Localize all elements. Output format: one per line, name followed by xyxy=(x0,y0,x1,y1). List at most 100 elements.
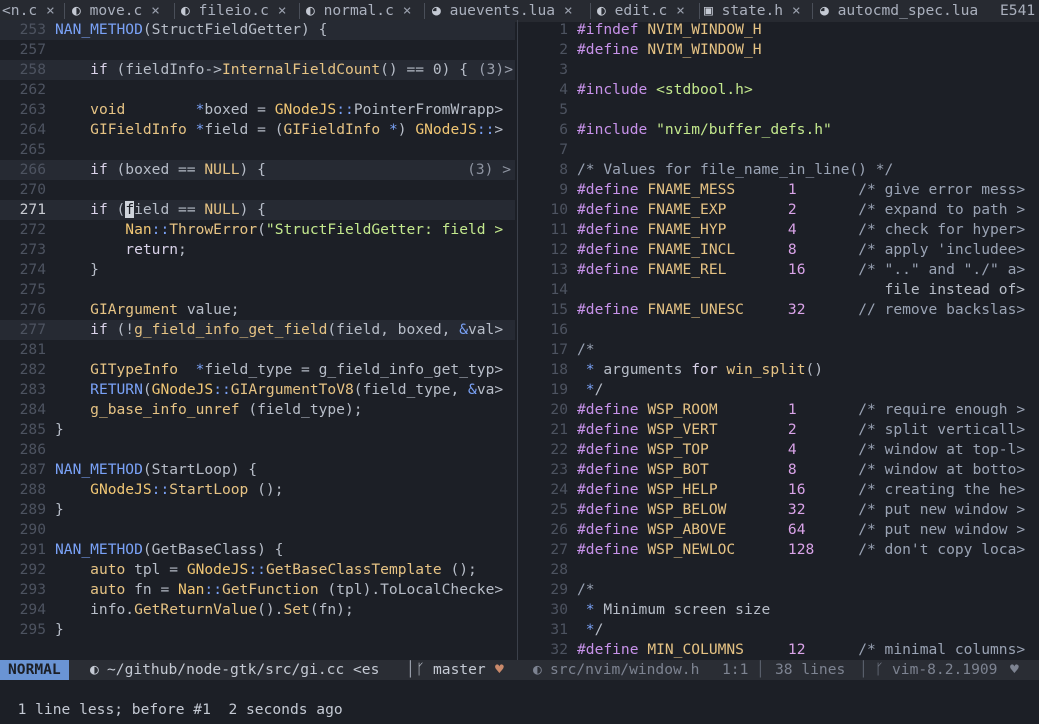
code-line[interactable]: 18 * arguments for win_split() xyxy=(520,360,1039,380)
fold-marker[interactable]: (3)> xyxy=(478,60,513,80)
tab-normal-c[interactable]: ◐ normal.c × xyxy=(306,0,422,22)
tab-close-icon[interactable]: × xyxy=(676,2,685,19)
vertical-split-divider[interactable] xyxy=(517,20,518,660)
code-line[interactable]: 3 xyxy=(520,60,1039,80)
code-line[interactable]: 257 xyxy=(0,40,515,60)
code-line[interactable]: 277 if (!g_field_info_get_field(field, b… xyxy=(0,320,515,340)
code-line[interactable]: 266 if (boxed == NULL) {(3) > xyxy=(0,160,515,180)
code-line[interactable]: 8 /* Values for file_name_in_line() */ xyxy=(520,160,1039,180)
command-line[interactable]: 1 line less; before #1 2 seconds ago xyxy=(0,680,1039,718)
code-line[interactable]: 293 auto fn = Nan::GetFunction (tpl).ToL… xyxy=(0,580,515,600)
code-text: NAN_METHOD(StartLoop) { xyxy=(55,461,258,478)
code-line[interactable]: 1 #ifndef NVIM_WINDOW_H xyxy=(520,20,1039,40)
code-line[interactable]: 6 #include "nvim/buffer_defs.h" xyxy=(520,120,1039,140)
line-number: 277 xyxy=(19,321,46,338)
code-line[interactable]: 263 void *boxed = GNodeJS::PointerFromWr… xyxy=(0,100,515,120)
code-line[interactable]: 283 RETURN(GNodeJS::GIArgumentToV8(field… xyxy=(0,380,515,400)
code-line[interactable]: 287 NAN_METHOD(StartLoop) { xyxy=(0,460,515,480)
code-line[interactable]: 19 */ xyxy=(520,380,1039,400)
code-line[interactable]: 288 GNodeJS::StartLoop (); xyxy=(0,480,515,500)
tab-fileio-c[interactable]: ◐ fileio.c × xyxy=(181,0,297,22)
code-line[interactable]: 258 if (fieldInfo->InternalFieldCount() … xyxy=(0,60,515,80)
code-line[interactable]: 28 xyxy=(520,560,1039,580)
code-line[interactable]: 276 GIArgument value; xyxy=(0,300,515,320)
code-line[interactable]: 12 #define FNAME_INCL 8 /* apply 'include… xyxy=(520,240,1039,260)
tab-close-icon[interactable]: × xyxy=(151,2,160,19)
code-text: #define WSP_ABOVE 64 /* put new window > xyxy=(577,521,1026,538)
code-line[interactable]: 282 GITypeInfo *field_type = g_field_inf… xyxy=(0,360,515,380)
line-number: 275 xyxy=(19,281,46,298)
code-line[interactable]: 281 xyxy=(0,340,515,360)
code-line[interactable]: 290 xyxy=(0,520,515,540)
code-line[interactable]: 292 auto tpl = GNodeJS::GetBaseClassTemp… xyxy=(0,560,515,580)
code-line[interactable]: 7 xyxy=(520,140,1039,160)
code-line[interactable]: 20 #define WSP_ROOM 1 /* require enough > xyxy=(520,400,1039,420)
code-line[interactable]: 29 /* xyxy=(520,580,1039,600)
tab-close-icon[interactable]: × xyxy=(564,2,573,19)
code-line[interactable]: 253 NAN_METHOD(StructFieldGetter) { xyxy=(0,20,515,40)
code-line[interactable]: 26 #define WSP_ABOVE 64 /* put new window… xyxy=(520,520,1039,540)
code-text: #define FNAME_REL 16 /* ".." and "./" a> xyxy=(577,261,1026,278)
code-line[interactable]: 10 #define FNAME_EXP 2 /* expand to path … xyxy=(520,200,1039,220)
code-line[interactable]: 25 #define WSP_BELOW 32 /* put new window… xyxy=(520,500,1039,520)
tab-move-c[interactable]: ◐ move.c × xyxy=(72,0,172,22)
code-line[interactable]: 27 #define WSP_NEWLOC 128 /* don't copy l… xyxy=(520,540,1039,560)
tab-auevents-lua[interactable]: ◕ auevents.lua × xyxy=(432,0,588,22)
line-number: 288 xyxy=(19,481,46,498)
tab-close-icon[interactable]: × xyxy=(792,2,801,19)
code-text: /* xyxy=(577,341,595,358)
line-number: 285 xyxy=(19,421,46,438)
tab-separator xyxy=(812,3,813,19)
code-line[interactable]: 294 info.GetReturnValue().Set(fn); xyxy=(0,600,515,620)
code-line[interactable]: 262 xyxy=(0,80,515,100)
tab-state-h[interactable]: ▣ state.h × xyxy=(704,0,810,22)
code-line[interactable]: 273 return; xyxy=(0,240,515,260)
line-number: 291 xyxy=(19,541,46,558)
code-line[interactable]: 5 xyxy=(520,100,1039,120)
code-line[interactable]: 15 #define FNAME_UNESC 32 // remove backs… xyxy=(520,300,1039,320)
code-line[interactable]: 291 NAN_METHOD(GetBaseClass) { xyxy=(0,540,515,560)
code-line[interactable]: 270 xyxy=(0,180,515,200)
tab-separator xyxy=(64,3,65,19)
tab-close-icon[interactable]: × xyxy=(403,2,412,19)
code-line[interactable]: 285} xyxy=(0,420,515,440)
code-line[interactable]: 264 GIFieldInfo *field = (GIFieldInfo *)… xyxy=(0,120,515,140)
code-line[interactable]: 286 xyxy=(0,440,515,460)
fold-marker[interactable]: (3) > xyxy=(467,160,511,180)
code-line[interactable]: 289} xyxy=(0,500,515,520)
tab-close-icon[interactable]: × xyxy=(278,2,287,19)
tab-n-c[interactable]: <n.c × xyxy=(2,0,58,22)
code-line[interactable]: 275 xyxy=(0,280,515,300)
code-line[interactable]: 16 xyxy=(520,320,1039,340)
code-line[interactable]: 32 #define MIN_COLUMNS 12 /* minimal colu… xyxy=(520,640,1039,660)
tab-autocmd-spec-lua[interactable]: ◕ autocmd_spec.lua xyxy=(820,0,992,22)
code-line[interactable]: 23 #define WSP_BOT 8 /* window at botto> xyxy=(520,460,1039,480)
code-line[interactable]: 272 Nan::ThrowError("StructFieldGetter: … xyxy=(0,220,515,240)
code-line[interactable]: 17 /* xyxy=(520,340,1039,360)
code-line[interactable]: 9 #define FNAME_MESS 1 /* give error mess… xyxy=(520,180,1039,200)
code-text: #define WSP_ROOM 1 /* require enough > xyxy=(577,401,1026,418)
code-line[interactable]: 14 file instead of> xyxy=(520,280,1039,300)
tab-close-icon[interactable]: × xyxy=(46,2,55,19)
code-line[interactable]: 271 if (field == NULL) { xyxy=(0,200,515,220)
code-line[interactable]: 13 #define FNAME_REL 16 /* ".." and "./" … xyxy=(520,260,1039,280)
code-line[interactable]: 30 * Minimum screen size xyxy=(520,600,1039,620)
line-number: 264 xyxy=(19,121,46,138)
code-line[interactable]: 22 #define WSP_TOP 4 /* window at top-l> xyxy=(520,440,1039,460)
code-line[interactable]: 284 g_base_info_unref (field_type); xyxy=(0,400,515,420)
code-line[interactable]: 21 #define WSP_VERT 2 /* split verticall> xyxy=(520,420,1039,440)
code-line[interactable]: 2 #define NVIM_WINDOW_H xyxy=(520,40,1039,60)
code-line[interactable]: 265 xyxy=(0,140,515,160)
tab-edit-c[interactable]: ◐ edit.c × xyxy=(597,0,697,22)
code-line[interactable]: 295} xyxy=(0,620,515,640)
line-number: 282 xyxy=(19,361,46,378)
code-line[interactable]: 274 } xyxy=(0,260,515,280)
code-line[interactable]: 4 #include <stdbool.h> xyxy=(520,80,1039,100)
code-line[interactable]: 24 #define WSP_HELP 16 /* creating the he… xyxy=(520,480,1039,500)
right-editor-pane[interactable]: 1 #ifndef NVIM_WINDOW_H 2 #define NVIM_WIND… xyxy=(520,20,1039,660)
code-line[interactable]: 11 #define FNAME_HYP 4 /* check for hyper… xyxy=(520,220,1039,240)
code-line[interactable]: 31 */ xyxy=(520,620,1039,640)
left-editor-pane[interactable]: 253 NAN_METHOD(StructFieldGetter) {257 258… xyxy=(0,20,515,660)
line-number: 19 xyxy=(550,381,568,398)
line-number: 11 xyxy=(550,221,568,238)
